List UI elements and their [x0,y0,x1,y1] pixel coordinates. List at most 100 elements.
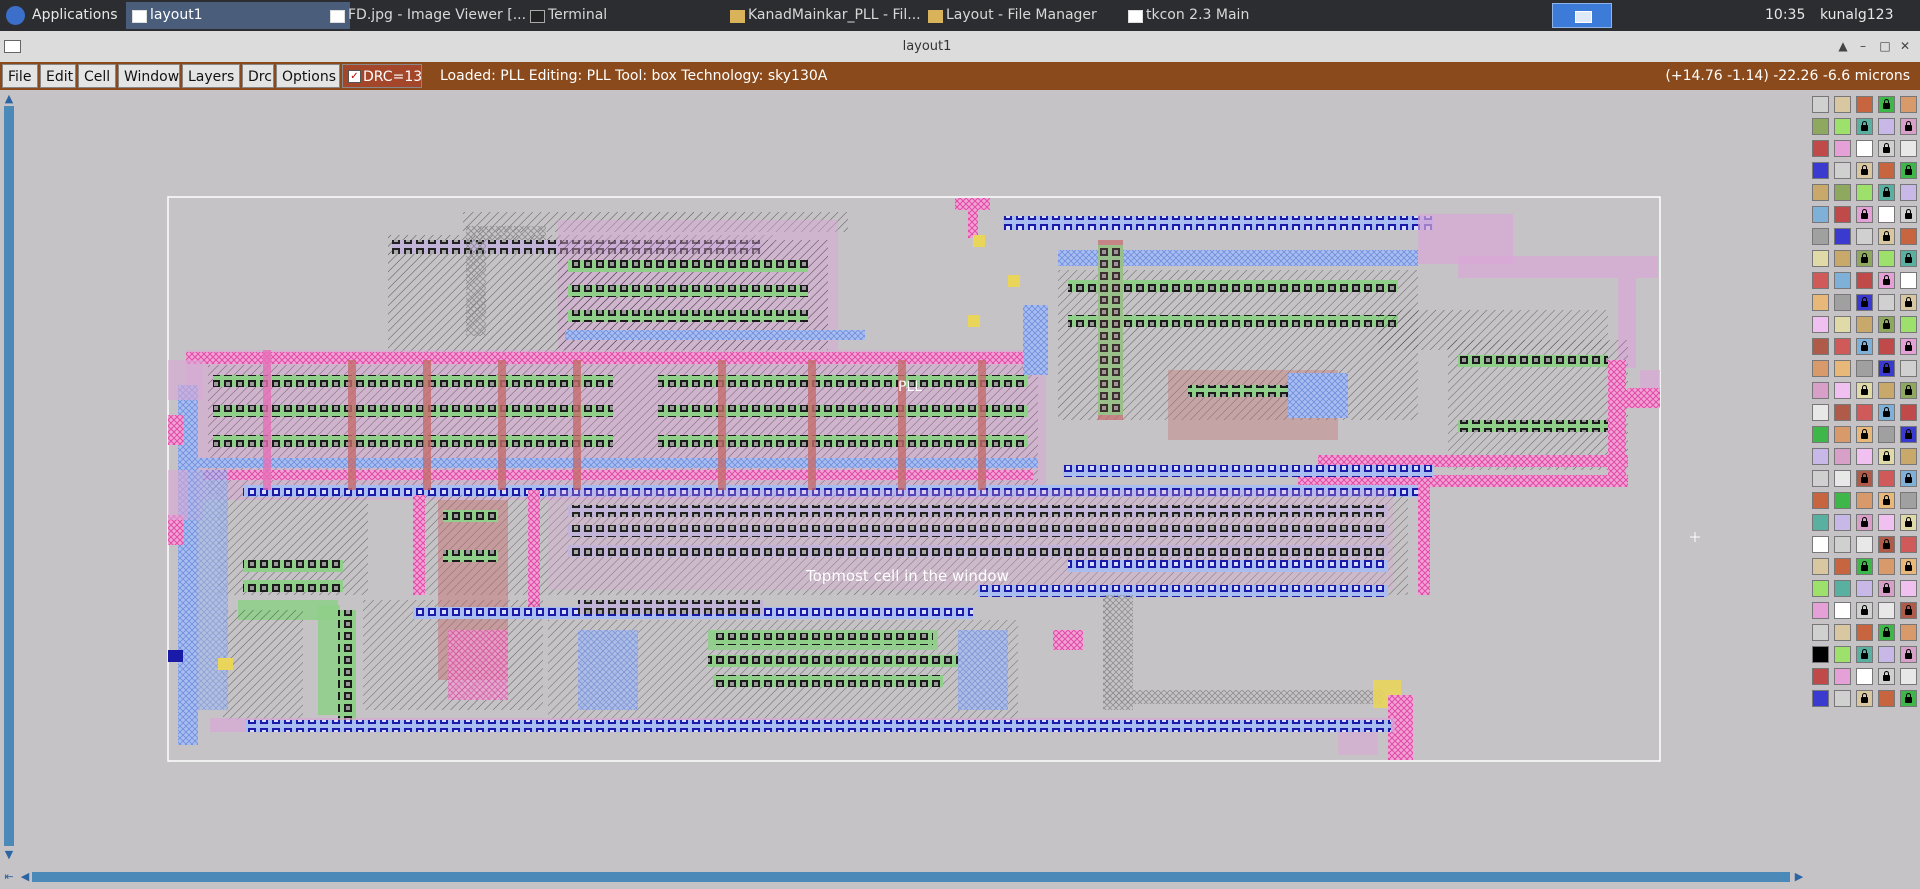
layer-swatch[interactable] [1900,470,1917,487]
layer-swatch[interactable] [1856,470,1873,487]
layer-swatch[interactable] [1878,250,1895,267]
layer-swatch[interactable] [1812,492,1829,509]
layer-swatch[interactable] [1856,338,1873,355]
layer-swatch[interactable] [1812,404,1829,421]
horizontal-scroll-trough[interactable] [32,872,1790,882]
layer-swatch[interactable] [1900,272,1917,289]
drc-toggle[interactable]: ✓ DRC=13 [342,64,422,88]
applications-menu-button[interactable]: Applications [0,0,128,31]
menu-cell[interactable]: Cell [78,64,116,88]
layer-swatch[interactable] [1900,206,1917,223]
layer-swatch[interactable] [1856,184,1873,201]
workspace-switcher[interactable] [1552,3,1612,28]
layer-swatch[interactable] [1900,382,1917,399]
layer-swatch[interactable] [1812,206,1829,223]
scroll-down-icon[interactable]: ▼ [2,848,16,862]
layer-swatch[interactable] [1812,536,1829,553]
layer-swatch[interactable] [1812,690,1829,707]
layer-swatch[interactable] [1856,382,1873,399]
layer-swatch[interactable] [1900,558,1917,575]
layer-swatch[interactable] [1878,580,1895,597]
layer-swatch[interactable] [1856,690,1873,707]
menu-layers[interactable]: Layers [182,64,240,88]
close-icon[interactable]: ✕ [1898,39,1912,53]
layer-swatch[interactable] [1834,118,1851,135]
layer-swatch[interactable] [1834,492,1851,509]
layer-swatch[interactable] [1878,140,1895,157]
layer-swatch[interactable] [1856,96,1873,113]
layer-swatch[interactable] [1834,228,1851,245]
layer-swatch[interactable] [1878,668,1895,685]
layer-swatch[interactable] [1900,514,1917,531]
layer-swatch[interactable] [1812,294,1829,311]
layer-swatch[interactable] [1856,140,1873,157]
layer-swatch[interactable] [1834,250,1851,267]
menu-edit[interactable]: Edit [40,64,76,88]
layer-swatch[interactable] [1900,316,1917,333]
layer-swatch[interactable] [1900,294,1917,311]
layer-swatch[interactable] [1878,228,1895,245]
layer-swatch[interactable] [1856,294,1873,311]
layer-palette[interactable] [1808,90,1920,710]
layer-swatch[interactable] [1812,624,1829,641]
layer-swatch[interactable] [1878,294,1895,311]
layer-swatch[interactable] [1900,338,1917,355]
layer-swatch[interactable] [1834,668,1851,685]
layer-swatch[interactable] [1812,426,1829,443]
layer-swatch[interactable] [1856,206,1873,223]
layer-swatch[interactable] [1900,404,1917,421]
layer-swatch[interactable] [1834,96,1851,113]
task-file-manager-pll[interactable]: KanadMainkar_PLL - Fil... [724,2,948,29]
layer-swatch[interactable] [1834,536,1851,553]
layer-swatch[interactable] [1834,360,1851,377]
layer-swatch[interactable] [1878,96,1895,113]
layer-swatch[interactable] [1834,580,1851,597]
layer-swatch[interactable] [1900,140,1917,157]
scroll-up-icon[interactable]: ▲ [2,92,16,106]
layer-swatch[interactable] [1878,602,1895,619]
shade-icon[interactable]: ▲ [1836,39,1850,53]
layer-swatch[interactable] [1878,470,1895,487]
layer-swatch[interactable] [1834,646,1851,663]
layer-swatch[interactable] [1834,404,1851,421]
task-tkcon[interactable]: tkcon 2.3 Main [1122,2,1346,29]
layer-swatch[interactable] [1856,250,1873,267]
layer-swatch[interactable] [1900,250,1917,267]
layer-swatch[interactable] [1834,448,1851,465]
layer-swatch[interactable] [1900,184,1917,201]
layer-swatch[interactable] [1856,426,1873,443]
layer-swatch[interactable] [1834,316,1851,333]
layer-swatch[interactable] [1878,558,1895,575]
layer-swatch[interactable] [1812,140,1829,157]
layer-swatch[interactable] [1812,118,1829,135]
layer-swatch[interactable] [1900,580,1917,597]
layer-swatch[interactable] [1812,96,1829,113]
layer-swatch[interactable] [1856,624,1873,641]
layer-swatch[interactable] [1834,558,1851,575]
layer-swatch[interactable] [1878,316,1895,333]
layer-swatch[interactable] [1834,426,1851,443]
layer-swatch[interactable] [1878,426,1895,443]
layer-swatch[interactable] [1856,602,1873,619]
layer-swatch[interactable] [1878,690,1895,707]
layer-swatch[interactable] [1878,646,1895,663]
layer-swatch[interactable] [1812,250,1829,267]
menu-window[interactable]: Window [118,64,180,88]
layer-swatch[interactable] [1878,448,1895,465]
layer-swatch[interactable] [1812,602,1829,619]
layer-swatch[interactable] [1812,580,1829,597]
layer-swatch[interactable] [1834,690,1851,707]
layer-swatch[interactable] [1878,514,1895,531]
layer-swatch[interactable] [1900,426,1917,443]
vertical-scroll-trough[interactable] [4,106,14,846]
layer-swatch[interactable] [1812,668,1829,685]
scroll-right-icon[interactable]: ▶ [1792,870,1806,884]
menu-file[interactable]: File [2,64,38,88]
layer-swatch[interactable] [1878,184,1895,201]
layer-swatch[interactable] [1900,492,1917,509]
layer-swatch[interactable] [1812,514,1829,531]
menu-options[interactable]: Options [276,64,340,88]
layer-swatch[interactable] [1900,624,1917,641]
layer-swatch[interactable] [1900,668,1917,685]
layer-swatch[interactable] [1812,316,1829,333]
